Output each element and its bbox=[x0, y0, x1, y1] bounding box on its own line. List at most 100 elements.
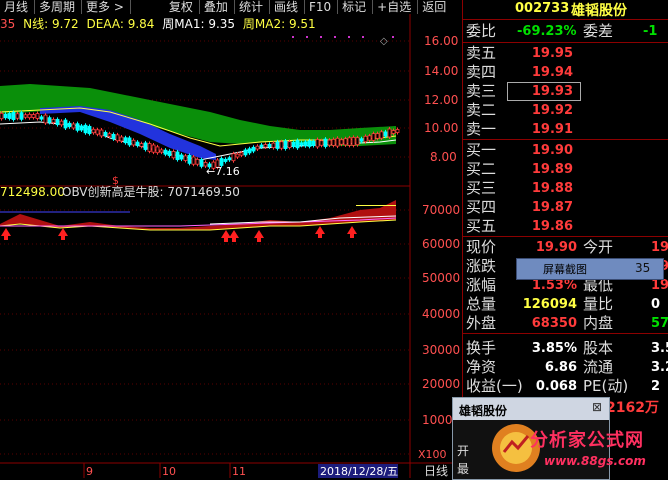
candle bbox=[347, 137, 352, 146]
toolbar-monthly[interactable]: 月线 bbox=[0, 0, 36, 14]
stock-code: 002733 bbox=[515, 1, 570, 16]
up-arrow bbox=[315, 226, 325, 238]
candle bbox=[47, 117, 52, 123]
obv-tick: 50000 bbox=[422, 271, 460, 285]
candle bbox=[231, 153, 236, 162]
candle bbox=[23, 114, 28, 118]
stat-value: 19.90 bbox=[535, 240, 577, 255]
buy-level-label: 买三 bbox=[466, 179, 497, 197]
candle bbox=[375, 133, 380, 139]
candle bbox=[111, 133, 116, 140]
up-arrow bbox=[1, 228, 11, 240]
candle bbox=[199, 159, 204, 167]
buy-level-row[interactable]: 买三 19.88 bbox=[463, 179, 668, 198]
toolbar-add-watchlist[interactable]: +自选 bbox=[373, 0, 419, 14]
obv-tick: 70000 bbox=[422, 203, 460, 217]
stat-label-2: 今开 bbox=[583, 238, 614, 256]
candle bbox=[363, 135, 368, 143]
candle bbox=[91, 128, 96, 134]
obv-unit: X100 bbox=[418, 448, 447, 461]
dot-row bbox=[292, 36, 394, 38]
stat-row: 外盘 68350 内盘 57 bbox=[463, 314, 668, 333]
candle bbox=[119, 136, 124, 142]
up-arrow bbox=[229, 230, 239, 242]
toolbar-more[interactable]: 更多 > bbox=[82, 0, 131, 14]
obv-top-yellow bbox=[356, 205, 396, 206]
price-tick: 14.00 bbox=[424, 64, 458, 78]
toolbar-mark[interactable]: 标记 bbox=[338, 0, 374, 14]
stat-value-2: 3.2 bbox=[651, 360, 668, 375]
candle bbox=[63, 119, 68, 129]
candle bbox=[83, 124, 88, 134]
current-date: 2018/12/28/五 bbox=[320, 465, 398, 478]
candle bbox=[79, 125, 84, 131]
candle bbox=[331, 138, 336, 146]
watermark-title: 分析家公式网 bbox=[530, 430, 644, 451]
candle bbox=[387, 128, 392, 138]
stat-label: 换手 bbox=[466, 339, 497, 357]
sell-level-price: 19.95 bbox=[531, 46, 573, 61]
stat-label: 涨跌 bbox=[466, 257, 497, 275]
buy-level-row[interactable]: 买一 19.90 bbox=[463, 141, 668, 160]
weibi-label: 委比 bbox=[466, 22, 497, 40]
screenshot-tooltip[interactable]: 屏幕截图 35 bbox=[516, 258, 664, 280]
candle bbox=[15, 113, 20, 119]
candle bbox=[155, 146, 160, 154]
stat-value-2: 3.5 bbox=[651, 341, 668, 356]
candle bbox=[371, 133, 376, 141]
candle bbox=[391, 130, 396, 134]
sell-level-row[interactable]: 卖四 19.94 bbox=[463, 63, 668, 82]
obv-label: OBV创新高是牛股: 7071469.50 bbox=[62, 184, 240, 199]
stat-label-2: 流通 bbox=[583, 358, 614, 376]
toolbar-back[interactable]: 返回 bbox=[418, 0, 452, 14]
sell-level-row[interactable]: 卖五 19.95 bbox=[463, 44, 668, 63]
candle bbox=[135, 141, 140, 146]
candle bbox=[251, 146, 256, 152]
sell-level-row[interactable]: 卖二 19.92 bbox=[463, 101, 668, 120]
toolbar-f10[interactable]: F10 bbox=[305, 0, 339, 14]
time-tick: 9 bbox=[86, 465, 93, 478]
candle bbox=[95, 129, 100, 135]
buy-level-price: 19.88 bbox=[531, 181, 573, 196]
close-icon[interactable]: ⊠ bbox=[589, 399, 605, 415]
weibi-value: -69.23% bbox=[517, 24, 577, 39]
watermark: 分析家公式网 www.88gs.com bbox=[486, 418, 668, 478]
toolbar-adjust[interactable]: 复权 bbox=[165, 0, 200, 14]
candle bbox=[223, 158, 228, 162]
candle bbox=[167, 150, 172, 156]
buy-level-row[interactable]: 买二 19.89 bbox=[463, 160, 668, 179]
candle bbox=[39, 116, 44, 120]
candle bbox=[275, 141, 280, 149]
up-arrow bbox=[347, 226, 357, 238]
candle bbox=[0, 112, 4, 120]
candle bbox=[351, 137, 356, 146]
stock-name: 雄韬股份 bbox=[571, 3, 627, 19]
candle bbox=[127, 137, 132, 146]
candle bbox=[151, 144, 156, 153]
candle bbox=[103, 131, 108, 137]
up-arrow bbox=[58, 228, 68, 240]
candle bbox=[163, 149, 168, 155]
price-tick: 10.00 bbox=[424, 121, 458, 135]
kline-chart[interactable]: ←7.16 $ 16.00 14.00 12.00 10.00 8.00 712… bbox=[0, 14, 462, 478]
price-tick: 12.00 bbox=[424, 93, 458, 107]
candle bbox=[395, 129, 400, 133]
toolbar-stats[interactable]: 统计 bbox=[235, 0, 270, 14]
toolbar-draw[interactable]: 画线 bbox=[270, 0, 305, 14]
buy-level-row[interactable]: 买四 19.87 bbox=[463, 198, 668, 217]
dialog-title: 雄韬股份 bbox=[459, 404, 508, 418]
sell-level-row[interactable]: 卖一 19.91 bbox=[463, 120, 668, 139]
low-price-marker: ←7.16 bbox=[206, 165, 240, 178]
candle bbox=[195, 158, 200, 165]
candle bbox=[35, 113, 40, 119]
candle bbox=[75, 123, 80, 131]
toolbar-multi-period[interactable]: 多周期 bbox=[35, 0, 83, 14]
candle bbox=[27, 113, 32, 119]
dialog-side-2: 最 bbox=[457, 462, 470, 476]
buy-level-price: 19.90 bbox=[531, 143, 573, 158]
candle bbox=[143, 142, 148, 150]
buy-level-row[interactable]: 买五 19.86 bbox=[463, 217, 668, 236]
stat-row: 换手 3.85% 股本 3.5 bbox=[463, 339, 668, 358]
dialog-side-1: 开 bbox=[457, 444, 470, 458]
toolbar-overlay[interactable]: 叠加 bbox=[200, 0, 235, 14]
